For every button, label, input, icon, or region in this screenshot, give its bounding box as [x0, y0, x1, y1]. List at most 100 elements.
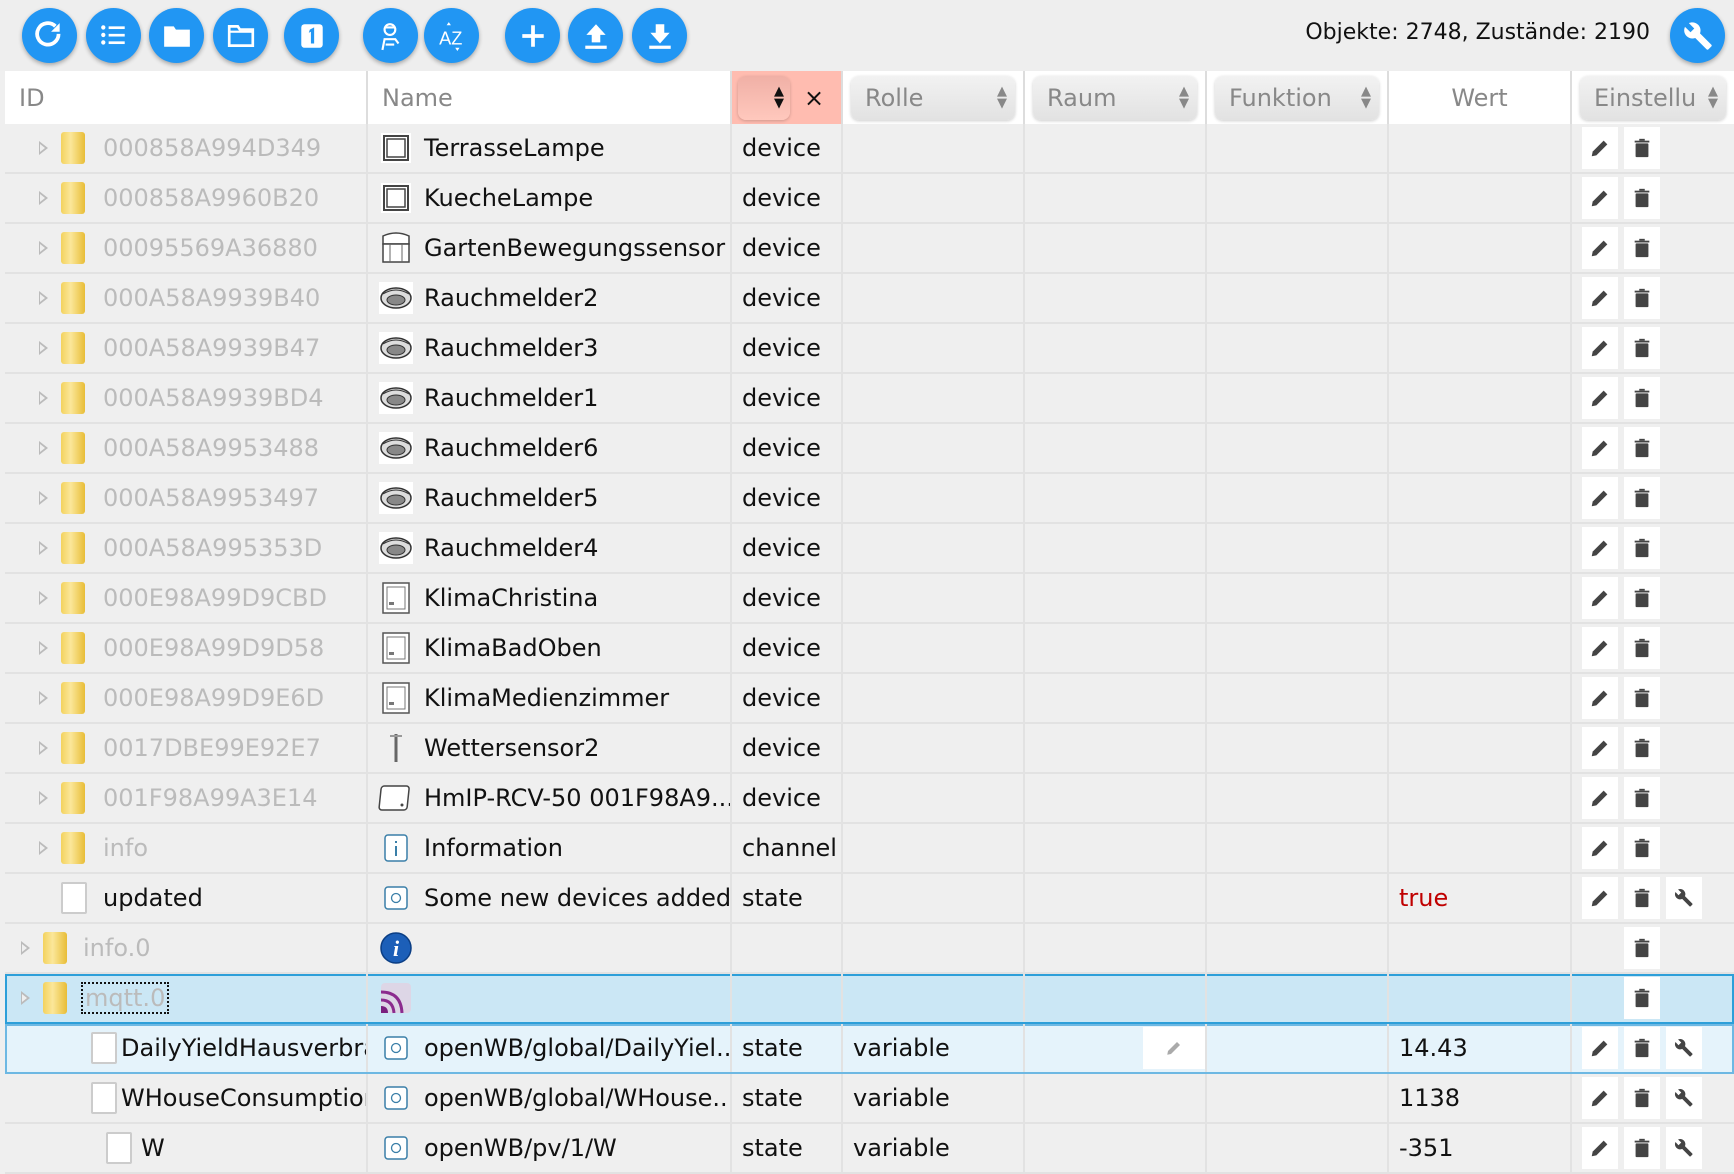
delete-button[interactable]	[1624, 627, 1660, 669]
table-row[interactable]: 000E98A99D9E6D KlimaMedienzimmer device	[5, 674, 1734, 724]
expand-toggle-icon[interactable]	[39, 291, 48, 305]
add-button[interactable]	[505, 8, 560, 63]
expand-toggle-icon[interactable]	[39, 491, 48, 505]
upload-button[interactable]	[568, 8, 623, 63]
expand-toggle-icon[interactable]	[39, 191, 48, 205]
delete-button[interactable]	[1624, 927, 1660, 969]
delete-button[interactable]	[1624, 577, 1660, 619]
table-row[interactable]: 000E98A99D9CBD KlimaChristina device	[5, 574, 1734, 624]
table-row[interactable]: 001F98A99A3E14 HmIP-RCV-50 001F98A9... dev…	[5, 774, 1734, 824]
type-filter[interactable]: ▲ ▼ ×	[732, 71, 843, 124]
refresh-button[interactable]	[22, 8, 77, 63]
table-row[interactable]: 000858A9960B20 KuecheLampe device	[5, 174, 1734, 224]
delete-button[interactable]	[1624, 677, 1660, 719]
expand-toggle-icon[interactable]	[39, 541, 48, 555]
value-cell[interactable]: -351	[1389, 1124, 1572, 1172]
settings-filter[interactable]: Einstellu ▲ ▼	[1572, 71, 1734, 124]
table-row[interactable]: 000A58A9939BD4 Rauchmelder1 device	[5, 374, 1734, 424]
expand-toggle-icon[interactable]	[39, 591, 48, 605]
list-view-button[interactable]	[86, 8, 141, 63]
edit-button[interactable]	[1582, 1077, 1618, 1119]
expand-toggle-icon[interactable]	[39, 241, 48, 255]
table-row[interactable]: mqtt.0	[5, 974, 1734, 1024]
expand-toggle-icon[interactable]	[39, 341, 48, 355]
settings-button[interactable]	[1666, 1127, 1702, 1169]
folder-filled-button[interactable]	[149, 8, 204, 63]
expert-mode-button[interactable]	[363, 8, 418, 63]
delete-button[interactable]	[1624, 177, 1660, 219]
edit-room-button[interactable]	[1143, 1027, 1205, 1069]
edit-button[interactable]	[1582, 1127, 1618, 1169]
table-row[interactable]: 000A58A9939B47 Rauchmelder3 device	[5, 324, 1734, 374]
delete-button[interactable]	[1624, 727, 1660, 769]
edit-button[interactable]	[1582, 127, 1618, 169]
edit-button[interactable]	[1582, 627, 1618, 669]
delete-button[interactable]	[1624, 327, 1660, 369]
table-row[interactable]: 000A58A995353D Rauchmelder4 device	[5, 524, 1734, 574]
delete-button[interactable]	[1624, 477, 1660, 519]
value-cell[interactable]: 14.43	[1389, 1024, 1572, 1072]
table-row[interactable]: 000A58A9953497 Rauchmelder5 device	[5, 474, 1734, 524]
delete-button[interactable]	[1624, 277, 1660, 319]
column-name[interactable]: Name	[368, 71, 732, 124]
table-row[interactable]: info.0 i	[5, 924, 1734, 974]
delete-button[interactable]	[1624, 127, 1660, 169]
delete-button[interactable]	[1624, 1027, 1660, 1069]
expand-toggle-icon[interactable]	[39, 141, 48, 155]
expand-toggle-icon[interactable]	[39, 691, 48, 705]
edit-button[interactable]	[1582, 327, 1618, 369]
sort-az-button[interactable]: AZ	[424, 8, 479, 63]
edit-button[interactable]	[1582, 877, 1618, 919]
delete-button[interactable]	[1624, 777, 1660, 819]
edit-button[interactable]	[1582, 577, 1618, 619]
expand-toggle-icon[interactable]	[39, 441, 48, 455]
table-row[interactable]: 000A58A9939B40 Rauchmelder2 device	[5, 274, 1734, 324]
edit-button[interactable]	[1582, 477, 1618, 519]
edit-button[interactable]	[1582, 377, 1618, 419]
expand-toggle-icon[interactable]	[39, 741, 48, 755]
delete-button[interactable]	[1624, 977, 1660, 1019]
edit-button[interactable]	[1582, 527, 1618, 569]
table-row[interactable]: 000858A994D349 TerrasseLampe device	[5, 124, 1734, 174]
delete-button[interactable]	[1624, 227, 1660, 269]
delete-button[interactable]	[1624, 527, 1660, 569]
delete-button[interactable]	[1624, 1077, 1660, 1119]
value-cell[interactable]: 1138	[1389, 1074, 1572, 1122]
edit-button[interactable]	[1582, 227, 1618, 269]
settings-button[interactable]	[1666, 877, 1702, 919]
delete-button[interactable]	[1624, 827, 1660, 869]
delete-button[interactable]	[1624, 377, 1660, 419]
edit-button[interactable]	[1582, 777, 1618, 819]
room-filter[interactable]: Raum ▲ ▼	[1025, 71, 1207, 124]
table-row[interactable]: updated Some new devices added state true	[5, 874, 1734, 924]
expand-toggle-icon[interactable]	[39, 641, 48, 655]
clear-filter-button[interactable]: ×	[804, 84, 824, 112]
settings-button[interactable]	[1666, 1027, 1702, 1069]
edit-button[interactable]	[1582, 177, 1618, 219]
edit-button[interactable]	[1582, 827, 1618, 869]
table-row[interactable]: 000E98A99D9D58 KlimaBadOben device	[5, 624, 1734, 674]
expand-toggle-icon[interactable]	[21, 941, 30, 955]
table-row[interactable]: DailyYieldHausverbrauch openWB/global/Dai…	[5, 1024, 1734, 1074]
delete-button[interactable]	[1624, 427, 1660, 469]
expand-toggle-icon[interactable]	[39, 791, 48, 805]
value-cell[interactable]: true	[1389, 874, 1572, 922]
function-filter[interactable]: Funktion ▲ ▼	[1207, 71, 1389, 124]
edit-button[interactable]	[1582, 1027, 1618, 1069]
settings-button[interactable]	[1670, 8, 1725, 63]
column-id[interactable]: ID	[5, 71, 368, 124]
edit-button[interactable]	[1582, 727, 1618, 769]
type-filter-select[interactable]: ▲ ▼	[738, 75, 790, 120]
edit-button[interactable]	[1582, 427, 1618, 469]
edit-button[interactable]	[1582, 677, 1618, 719]
table-row[interactable]: WHouseConsumption openWB/global/WHouse...…	[5, 1074, 1734, 1124]
table-row[interactable]: info Information channel	[5, 824, 1734, 874]
expand-toggle-icon[interactable]	[21, 991, 30, 1005]
settings-button[interactable]	[1666, 1077, 1702, 1119]
download-button[interactable]	[632, 8, 687, 63]
folder-open-button[interactable]	[213, 8, 268, 63]
table-row[interactable]: WopenWB/pv/1/W state variable -351	[5, 1124, 1734, 1174]
expand-toggle-icon[interactable]	[39, 391, 48, 405]
table-row[interactable]: 00095569A36880 GartenBewegungssensor devic…	[5, 224, 1734, 274]
delete-button[interactable]	[1624, 1127, 1660, 1169]
